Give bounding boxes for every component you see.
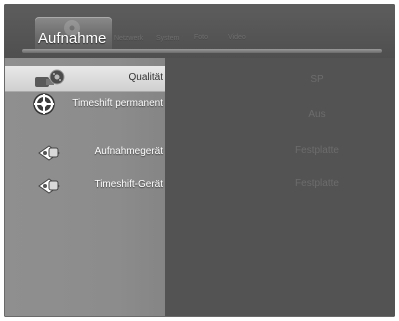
setting-label-qualitaet: Qualität (128, 72, 163, 83)
tab-foto[interactable]: Foto (194, 34, 208, 41)
tab-aufnahme-label: Aufnahme (38, 30, 107, 47)
tab-system[interactable]: System (156, 35, 179, 42)
recording-device-icon (38, 145, 60, 161)
setting-label-timeshift-geraet: Timeshift-Gerät (94, 179, 163, 190)
setting-row-timeshift-permanent[interactable]: Timeshift permanent (5, 92, 165, 118)
setting-value-timeshift-permanent[interactable]: Aus (257, 109, 377, 120)
setting-row-qualitaet[interactable]: Qualität (5, 66, 165, 92)
setting-value-aufnahmegeraet[interactable]: Festplatte (257, 145, 377, 156)
setting-value-timeshift-geraet[interactable]: Festplatte (257, 178, 377, 189)
film-camera-icon (35, 69, 65, 87)
tab-aufnahme[interactable]: Aufnahme (35, 17, 112, 49)
tab-underline (22, 49, 382, 53)
timeshift-device-icon (38, 178, 60, 194)
setting-label-aufnahmegeraet: Aufnahmegerät (94, 146, 163, 157)
tab-netzwerk[interactable]: Netzwerk (114, 35, 143, 42)
timeshift-clock-icon (33, 93, 55, 115)
setting-label-timeshift-permanent: Timeshift permanent (72, 98, 163, 109)
tab-bar: Aufnahme Netzwerk System Foto Video (4, 4, 395, 58)
setting-row-aufnahmegeraet[interactable]: Aufnahmegerät (5, 140, 165, 166)
tab-video[interactable]: Video (228, 34, 246, 41)
setting-value-qualitaet[interactable]: SP (257, 74, 377, 85)
settings-window: Aufnahme Netzwerk System Foto Video Qual… (4, 4, 395, 317)
setting-row-timeshift-geraet[interactable]: Timeshift-Gerät (5, 173, 165, 199)
